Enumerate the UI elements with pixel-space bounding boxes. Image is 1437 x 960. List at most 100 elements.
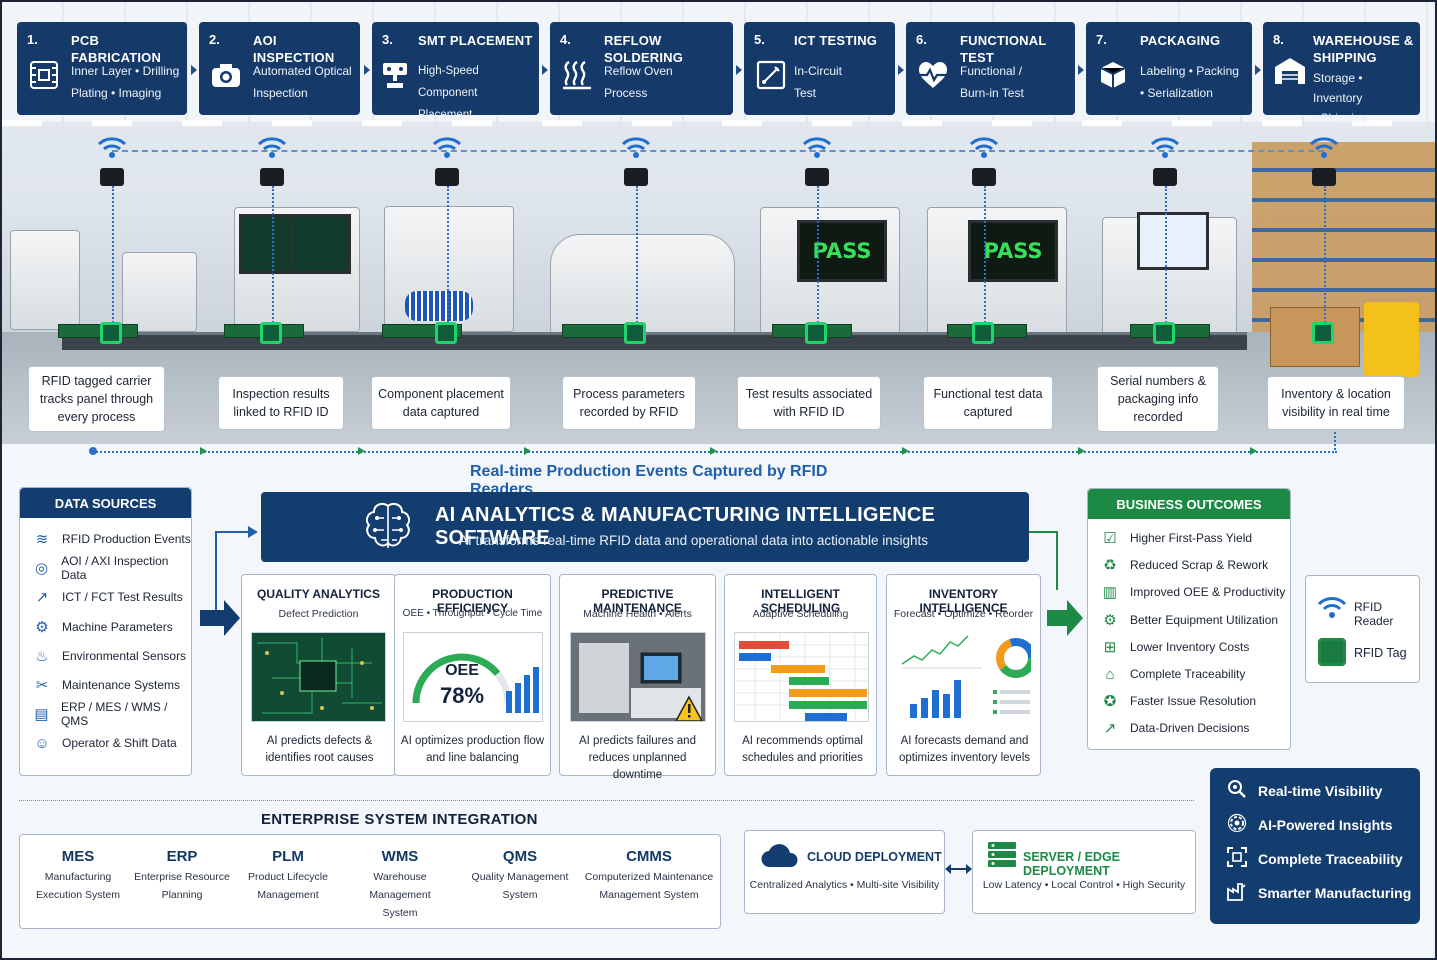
edge-title: SERVER / EDGE DEPLOYMENT [1023,850,1121,878]
system-name: ERP [166,848,198,865]
esi-divider [19,800,1194,801]
system-qms[interactable]: QMS Quality Management System [466,848,574,904]
list-item: ≋ RFID Production Events [32,529,191,549]
component-reel [405,291,473,321]
system-desc: Manufacturing Execution System [26,868,130,904]
list-item: ⌂ Complete Traceability [1100,664,1245,684]
stage-desc: In-Circuit Test [794,60,889,104]
fabrication-machine-left [10,230,80,330]
pick-place-icon [378,58,412,92]
system-desc: Enterprise Resource Planning [132,868,232,904]
stage-ict-testing: 5. ICT TESTING In-Circuit Test [744,22,895,115]
rfid-tag [972,322,994,344]
stage-desc-line: Placement [418,109,473,121]
card-description: AI predicts defects & identifies root ca… [265,735,374,764]
fabrication-machine-right [122,252,197,332]
rfid-signal-line [636,186,638,326]
card-subtitle: Forecast • Optimize • Reorder [893,608,1034,620]
data-sources-title: DATA SOURCES [20,488,191,518]
system-wms[interactable]: WMS Warehouse Management System [342,848,458,922]
wifi-icon: ≋ [35,531,49,548]
forklift [1364,302,1419,377]
stage-title: WAREHOUSE & SHIPPING [1313,33,1414,65]
system-cmms[interactable]: CMMS Computerized Maintenance Management … [582,848,716,904]
stage-reflow-soldering: 4. REFLOW SOLDERING Reflow Oven Process [550,22,733,115]
flow-arrow [364,65,370,75]
stage-caption: Test results associated with RFID ID [737,376,881,430]
system-desc-line: Computerized Maintenance [584,871,714,883]
gear-user-icon: ⚙ [1103,611,1117,629]
list-item-label: Faster Issue Resolution [1130,694,1257,709]
card-production-efficiency[interactable]: PRODUCTION EFFICIENCY OEE • Throughput •… [394,574,551,776]
rfid-tag [624,322,646,344]
system-desc-line: System [502,889,538,901]
stage-desc-line: Process [604,86,648,100]
cloud-icon [761,844,798,868]
edge-deployment-box[interactable]: SERVER / EDGE DEPLOYMENT Low Latency • L… [972,830,1196,914]
camera-icon: ◎ [35,560,49,578]
oee-bar [524,675,530,713]
data-sources-panel: DATA SOURCES ≋ RFID Production Events ◎ AOI… [19,487,192,776]
card-inventory-intelligence[interactable]: INVENTORY INTELLIGENCE Forecast • Optimi… [886,574,1041,776]
rfid-reader [100,168,124,186]
bar-chart-icon: ▥ [1102,584,1118,602]
ai-software-banner: AI ANALYTICS & MANUFACTURING INTELLIGENC… [261,492,1029,562]
stage-title: SMT PLACEMENT [418,33,533,48]
probe-icon [754,58,788,92]
wifi-icon [1150,137,1180,158]
card-subtitle: Defect Prediction [278,608,359,620]
system-erp[interactable]: ERP Enterprise Resource Planning [132,848,232,904]
flow-arrow [736,65,742,75]
wifi-icon [969,137,999,158]
system-mes[interactable]: MES Manufacturing Execution System [26,848,130,904]
ict-machine: PASS [760,207,900,335]
list-item-label: Operator & Shift Data [62,736,177,751]
summary-panel: Real-time Visibility AI-Powered Insights… [1210,768,1420,924]
system-desc-line: System [382,907,418,919]
system-desc-line: Execution System [35,889,121,901]
system-desc-line: Planning [161,889,203,901]
stage-smt-placement: 3. SMT PLACEMENT High-Speed Component Pla… [372,22,539,121]
machine-photo [570,632,706,722]
rfid-reader [972,168,996,186]
timeline-arrow [1078,447,1085,455]
cloud-deployment-box[interactable]: CLOUD DEPLOYMENT Centralized Analytics •… [744,830,945,914]
rfid-legend: RFID Reader RFID Tag [1305,575,1420,683]
oee-value: 78% [440,683,484,708]
flow-arrow [898,65,904,75]
list-item: ⚙ Better Equipment Utilization [1100,610,1278,630]
card-quality-analytics[interactable]: QUALITY ANALYTICS Defect Prediction AI p… [241,574,396,776]
system-plm[interactable]: PLM Product Lifecycle Management [238,848,338,904]
stage-caption: Functional test data captured [923,376,1053,430]
rfid-signal-line [112,186,114,326]
wifi-icon [621,137,651,158]
gantt-schedule-image [734,632,869,722]
stage-packaging: 7. PACKAGING Labeling • Packing • Seriali… [1086,22,1252,115]
pcb-defect-image [251,632,386,722]
stage-desc: Automated Optical Inspection [253,60,354,104]
eye-search-icon [1226,779,1248,804]
stage-number: 1. [27,32,38,47]
aoi-screen-left [239,214,299,274]
list-item-label: Data-Driven Decisions [1130,721,1250,736]
list-item: ♨ Environmental Sensors [32,646,186,666]
list-item-label: ERP / MES / WMS / QMS [60,700,168,729]
stage-title: ICT TESTING [794,33,878,48]
rfid-tag [100,322,122,344]
wifi-icon [1309,137,1339,158]
database-icon: ▤ [34,706,49,724]
stage-desc-line: Automated Optical [253,64,352,78]
card-description: AI optimizes production flow and line ba… [400,735,545,764]
stage-desc-line: In-Circuit [794,64,843,78]
card-predictive-maintenance[interactable]: PREDICTIVE MAINTENANCE Machine Health • … [559,574,716,781]
reflow-oven [550,234,735,334]
rfid-reader [1153,168,1177,186]
list-item: ▤ ERP / MES / WMS / QMS [32,700,191,728]
list-item: ☺ Operator & Shift Data [32,733,177,753]
box-icon [1096,58,1130,92]
card-intelligent-scheduling[interactable]: INTELLIGENT SCHEDULING Adaptive Scheduli… [724,574,877,776]
stage-desc: Reflow Oven Process [604,60,727,104]
server-icon [988,842,1016,867]
ai-gear-icon [1226,813,1248,838]
stage-caption: Serial numbers & packaging info recorded [1097,366,1219,432]
